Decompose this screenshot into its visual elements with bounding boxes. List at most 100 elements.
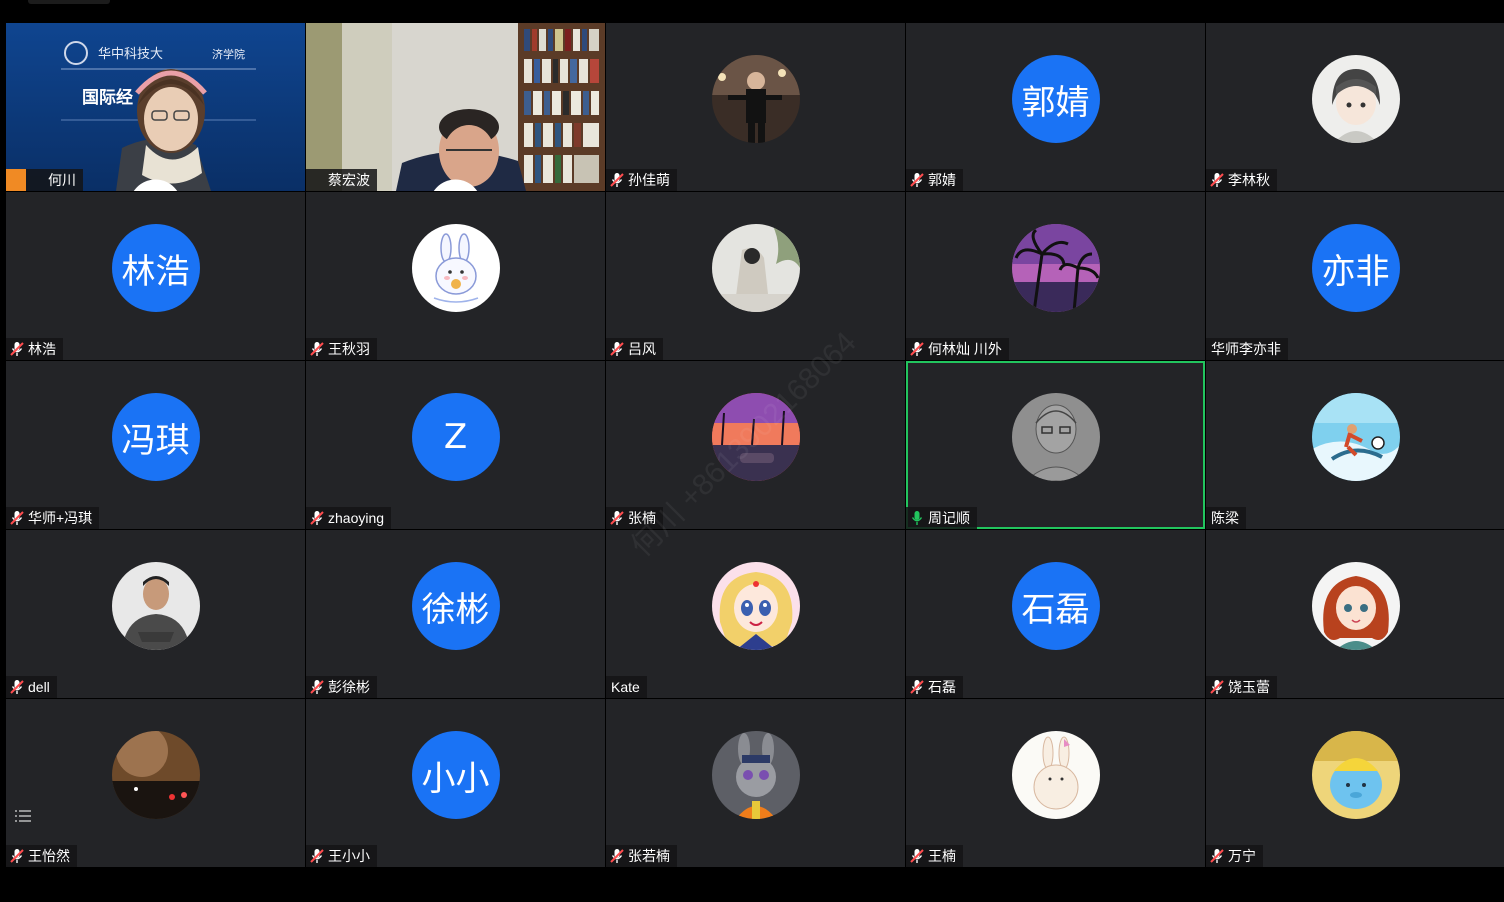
slide-header-text: 华中科技大 — [98, 47, 163, 62]
participant-label: 何川 — [6, 169, 178, 191]
bunny-cop-icon — [711, 731, 800, 819]
mic-muted-icon — [1210, 848, 1224, 864]
participant-list-icon[interactable] — [12, 805, 34, 827]
mic-muted-icon — [1210, 172, 1224, 188]
participant-tile[interactable]: 石磊 石磊 — [906, 530, 1205, 698]
participant-tile[interactable]: 张若楠 — [606, 699, 905, 867]
participant-name: 周记顺 — [928, 510, 970, 526]
participant-label: 王秋羽 — [306, 338, 377, 360]
participant-label: 张楠 — [606, 507, 663, 529]
cartoon-girl-icon — [1311, 562, 1400, 650]
mic-muted-icon — [910, 848, 924, 864]
participant-label: Kate — [606, 676, 647, 698]
participant-label: 王怡然 — [6, 845, 77, 867]
gallery-grid: 华中科技大 济学院 国际经 何川 蔡宏波 孙佳萌 郭婧 郭婧 李林秋 林浩 林浩… — [6, 23, 1504, 867]
mic-muted-icon — [310, 848, 324, 864]
participant-name: 彭徐彬 — [328, 679, 370, 695]
participant-label: 饶玉蕾 — [1206, 676, 1277, 698]
participant-name: 万宁 — [1228, 848, 1256, 864]
mic-muted-icon — [10, 679, 24, 695]
participant-name: 何林灿 川外 — [928, 341, 1002, 357]
participant-tile[interactable]: dell — [6, 530, 305, 698]
top-bar — [0, 0, 1504, 22]
participant-label: 林浩 — [6, 338, 63, 360]
participant-tile[interactable]: 王怡然 — [6, 699, 305, 867]
mic-muted-icon — [10, 510, 24, 526]
participant-name: dell — [28, 679, 50, 695]
video-tile-hechuan[interactable]: 华中科技大 济学院 国际经 何川 — [6, 23, 305, 191]
sunset-icon — [711, 393, 800, 481]
participant-tile[interactable]: 张楠 — [606, 361, 905, 529]
participant-tile[interactable]: 陈梁 — [1206, 361, 1504, 529]
mic-on-icon — [30, 172, 178, 191]
participant-name: 陈梁 — [1211, 510, 1239, 526]
participant-tile[interactable]: 吕风 — [606, 192, 905, 360]
video-tile-caihongbo[interactable]: 蔡宏波 — [306, 23, 605, 191]
rabbit-drawing-icon — [1011, 731, 1100, 819]
participant-tile[interactable]: Zzhaoying — [306, 361, 605, 529]
participant-name: 王怡然 — [28, 848, 70, 864]
mic-muted-icon — [610, 848, 624, 864]
caihongbo-video-feed — [306, 23, 605, 191]
participant-tile[interactable]: 亦非 华师李亦非 — [1206, 192, 1504, 360]
participant-name: 郭婧 — [928, 172, 956, 188]
slide-header-right-text: 济学院 — [212, 47, 245, 61]
participant-name: 张楠 — [628, 510, 656, 526]
participant-label: 周记顺 — [906, 507, 977, 529]
slide-title-text: 国际经 — [82, 87, 133, 108]
participant-name: Kate — [611, 679, 640, 695]
avatar-initials: Z — [411, 393, 500, 481]
participant-label: 陈梁 — [1206, 507, 1246, 529]
bunny-icon — [411, 224, 500, 312]
avatar-initials: 冯琪 — [111, 393, 200, 481]
participant-name: zhaoying — [328, 510, 385, 526]
participant-tile[interactable]: 孙佳萌 — [606, 23, 905, 191]
participant-tile[interactable]: 何林灿 川外 — [906, 192, 1205, 360]
participant-tile[interactable]: 万宁 — [1206, 699, 1504, 867]
participant-tile[interactable]: 徐彬 彭徐彬 — [306, 530, 605, 698]
hechuan-video-feed: 华中科技大 济学院 国际经 — [6, 23, 305, 191]
participant-tile[interactable]: 林浩 林浩 — [6, 192, 305, 360]
participant-tile[interactable]: 王秋羽 — [306, 192, 605, 360]
participant-label: 吕风 — [606, 338, 663, 360]
mic-muted-icon — [10, 848, 24, 864]
participant-label: 彭徐彬 — [306, 676, 377, 698]
mic-muted-icon — [610, 341, 624, 357]
avatar-initials: 小小 — [411, 731, 500, 819]
cartoon-boy-icon — [1311, 55, 1400, 143]
participant-tile[interactable]: 王楠 — [906, 699, 1205, 867]
participant-tile[interactable]: Kate — [606, 530, 905, 698]
participant-label: 万宁 — [1206, 845, 1263, 867]
mic-muted-icon — [310, 510, 324, 526]
participant-name: 王楠 — [928, 848, 956, 864]
participant-label: 李林秋 — [1206, 169, 1277, 191]
participant-name: 华师+冯琪 — [28, 510, 93, 526]
participant-label: 蔡宏波 — [306, 169, 478, 191]
man-photo-icon — [111, 562, 200, 650]
participant-label: 王楠 — [906, 845, 963, 867]
mic-muted-icon — [310, 679, 324, 695]
participant-tile[interactable]: 李林秋 — [1206, 23, 1504, 191]
participant-label: zhaoying — [306, 507, 392, 529]
participant-name: 饶玉蕾 — [1228, 679, 1270, 695]
mic-on-icon — [310, 172, 478, 191]
top-tab-stub — [28, 0, 110, 4]
participant-tile[interactable]: 郭婧 郭婧 — [906, 23, 1205, 191]
participant-tile[interactable]: 小小 王小小 — [306, 699, 605, 867]
participant-name: 石磊 — [928, 679, 956, 695]
mic-muted-icon — [1210, 679, 1224, 695]
participant-name: 王秋羽 — [328, 341, 370, 357]
participant-tile[interactable]: 饶玉蕾 — [1206, 530, 1504, 698]
bottom-bar — [0, 868, 1504, 902]
night-photo-icon — [111, 731, 200, 819]
participant-label: 张若楠 — [606, 845, 677, 867]
anime-girl-icon — [711, 562, 800, 650]
participant-label: 华师李亦非 — [1206, 338, 1288, 360]
participant-name: 孙佳萌 — [628, 172, 670, 188]
mic-muted-icon — [910, 679, 924, 695]
avatar-initials: 郭婧 — [1011, 55, 1100, 143]
blue-toy-icon — [1311, 731, 1400, 819]
mic-active-icon — [910, 510, 924, 526]
participant-tile-speaking[interactable]: 周记顺 — [906, 361, 1205, 529]
participant-tile[interactable]: 冯琪华师+冯琪 — [6, 361, 305, 529]
